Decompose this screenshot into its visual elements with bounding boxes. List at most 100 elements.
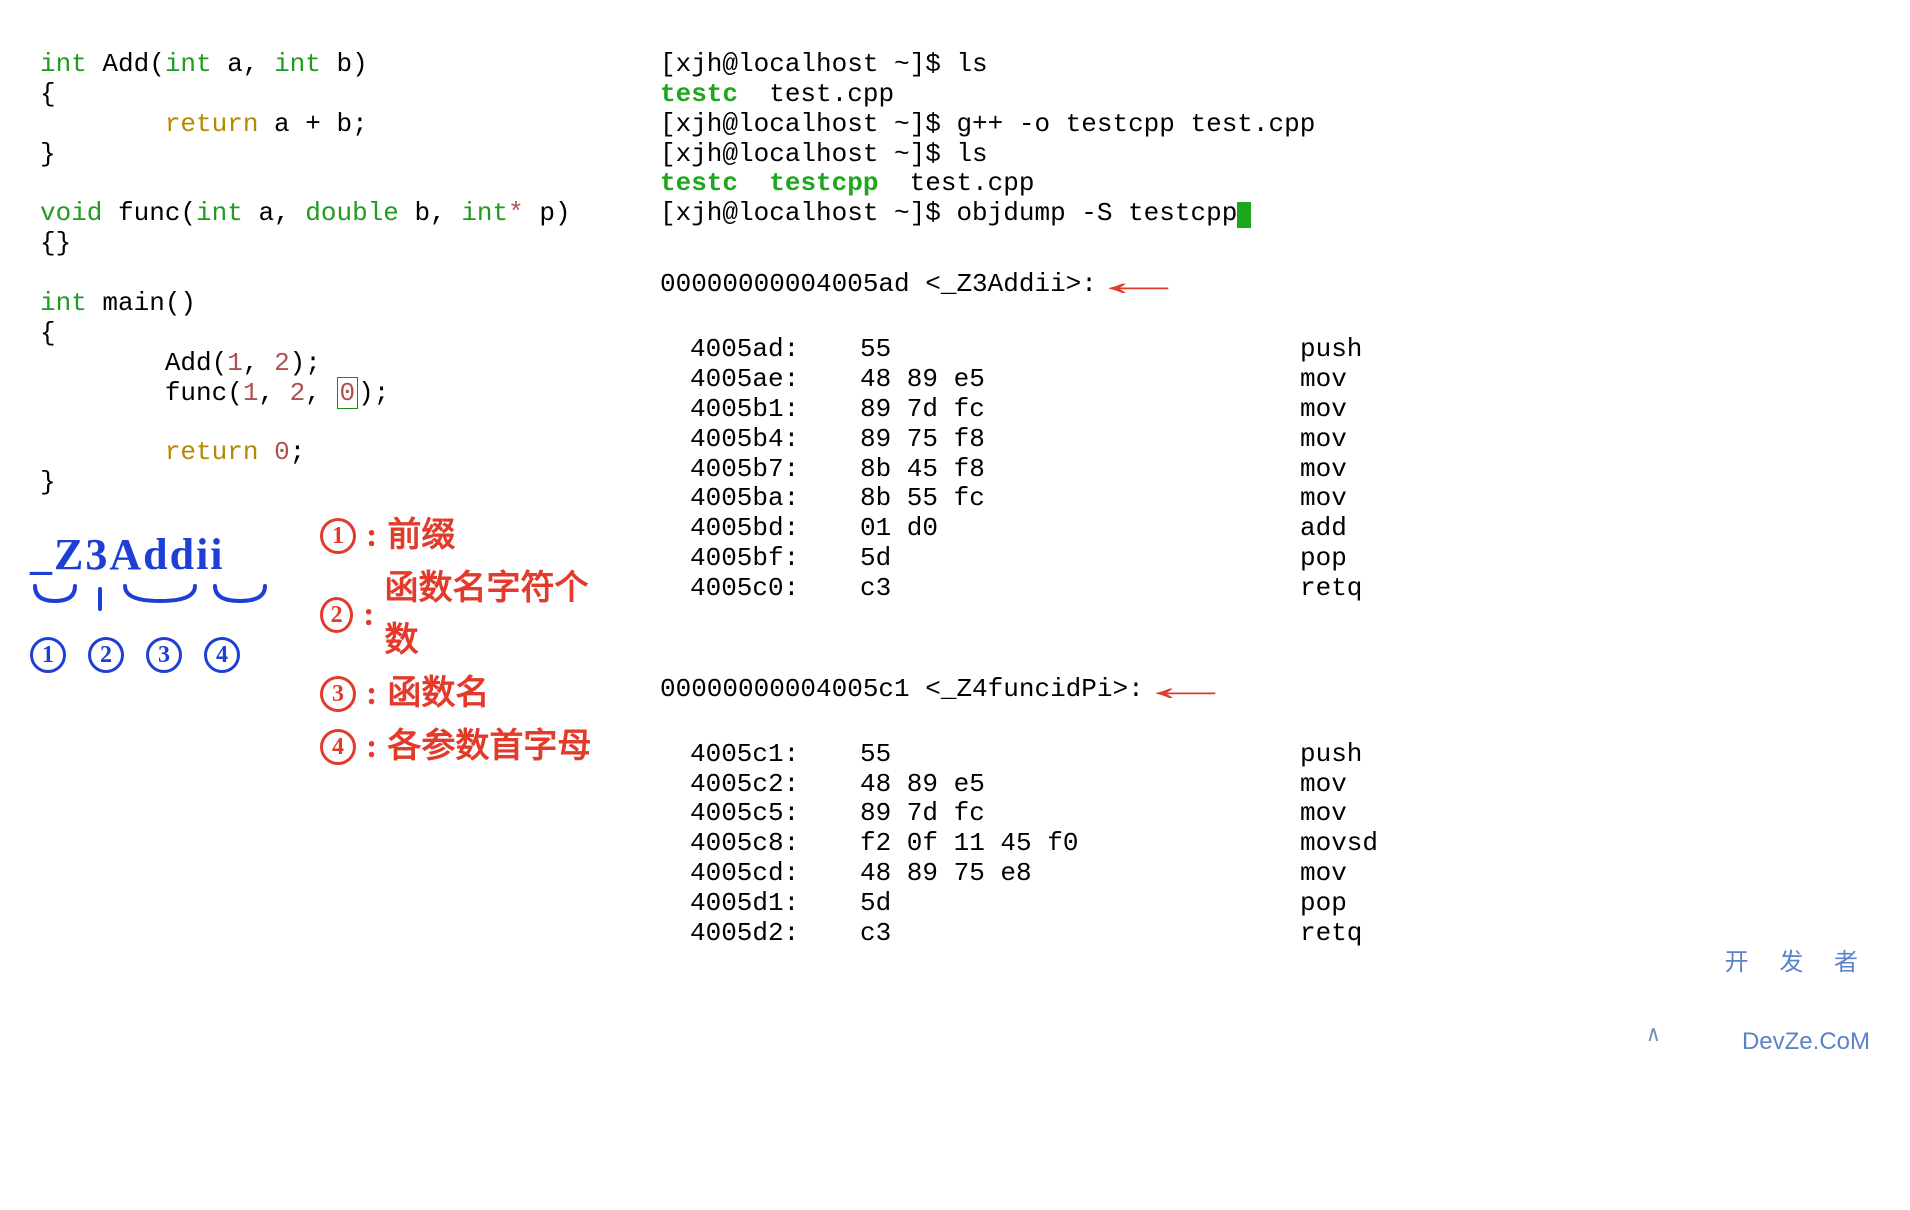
watermark-en: DevZe.CoM [1725, 1029, 1870, 1055]
asm-mnemonic: push [1300, 335, 1362, 365]
cmd-text: ls [956, 49, 987, 79]
asm-address: 4005c8: [660, 829, 860, 859]
code-text: } [40, 467, 56, 497]
asm-row: 4005d1:5dpop [660, 889, 1870, 919]
asm-address: 4005b1: [660, 395, 860, 425]
asm-bytes: 89 7d fc [860, 799, 1300, 829]
circle-2-icon: 2 [320, 597, 353, 633]
asm-bytes: 8b 45 f8 [860, 455, 1300, 485]
code-text: , [258, 378, 289, 408]
asm-address: 4005d1: [660, 889, 860, 919]
asm-bytes: 55 [860, 335, 1300, 365]
circle-1-icon: 1 [30, 637, 66, 673]
file-name [738, 168, 769, 198]
type-keyword: int [461, 198, 508, 228]
code-text: a, [243, 198, 305, 228]
type-keyword: int [274, 49, 321, 79]
legend-text: 函数名 [387, 668, 489, 721]
code-text: ; [290, 437, 306, 467]
asm-address: 4005bd: [660, 514, 860, 544]
code-text: b, [399, 198, 461, 228]
asm-row: 4005d2:c3retq [660, 919, 1870, 949]
asm-bytes: c3 [860, 919, 1300, 949]
cmd-text: ls [956, 139, 987, 169]
asm-bytes: 89 7d fc [860, 395, 1300, 425]
mangled-name-text: _Z3Addii [30, 530, 300, 581]
type-keyword: int [40, 49, 87, 79]
asm-row: 4005c0:c3retq [660, 574, 1870, 604]
code-text: func( [102, 198, 196, 228]
prompt-text: [xjh@localhost ~]$ [660, 198, 956, 228]
asm-row: 4005b1:89 7d fcmov [660, 395, 1870, 425]
asm-bytes: 01 d0 [860, 514, 1300, 544]
code-text: } [40, 139, 56, 169]
asm-mnemonic: mov [1300, 365, 1347, 395]
asm-mnemonic: mov [1300, 395, 1347, 425]
asm-row: 4005bd:01 d0add [660, 514, 1870, 544]
watermark-cn: 开 发 者 [1725, 950, 1870, 976]
exec-name: testc [660, 168, 738, 198]
asm-mnemonic: push [1300, 740, 1362, 770]
legend-text: 各参数首字母 [387, 721, 591, 774]
brace-icon [30, 581, 290, 631]
asm-bytes: 55 [860, 740, 1300, 770]
asm-row: 4005b4:89 75 f8mov [660, 425, 1870, 455]
legend-text: 前缀 [387, 510, 455, 563]
type-keyword: void [40, 198, 102, 228]
code-text: func( [40, 378, 243, 408]
circle-2-icon: 2 [88, 637, 124, 673]
asm-bytes: c3 [860, 574, 1300, 604]
circle-3-icon: 3 [320, 676, 356, 712]
asm-address: 4005cd: [660, 859, 860, 889]
arrow-icon: ← [1156, 668, 1216, 714]
asm-row: 4005cd:48 89 75 e8mov [660, 859, 1870, 889]
cmd-text: objdump -S testcpp [956, 198, 1237, 228]
numeric-literal: 1 [227, 348, 243, 378]
code-text: , [305, 378, 336, 408]
caret-icon: ∧ [1647, 1023, 1660, 1048]
source-code: int Add(int a, int b) { return a + b; } … [40, 20, 600, 528]
asm-bytes: 5d [860, 889, 1300, 919]
asm-bytes: 48 89 75 e8 [860, 859, 1300, 889]
asm-address: 4005c2: [660, 770, 860, 800]
asm-bytes: 5d [860, 544, 1300, 574]
code-text: a + b; [258, 109, 367, 139]
asm-mnemonic: retq [1300, 919, 1362, 949]
circle-1-icon: 1 [320, 518, 356, 554]
type-keyword: int [40, 288, 87, 318]
asm-row: 4005c8:f2 0f 11 45 f0movsd [660, 829, 1870, 859]
return-keyword: return [165, 437, 259, 467]
legend-list: 1:前缀 2:函数名字符个数 3:函数名 4:各参数首字母 [320, 510, 600, 773]
legend-text: 函数名字符个数 [385, 563, 601, 668]
numeric-literal: 0 [274, 437, 290, 467]
asm-address: 4005b7: [660, 455, 860, 485]
exec-name: testcpp [769, 168, 878, 198]
asm-row: 4005ae:48 89 e5mov [660, 365, 1870, 395]
prompt-text: [xjh@localhost ~]$ [660, 109, 956, 139]
code-text: main() [87, 288, 196, 318]
numeric-literal: 2 [290, 378, 306, 408]
terminal-output: [xjh@localhost ~]$ ls testc test.cpp [xj… [660, 20, 1870, 1098]
asm-address: 4005c1: [660, 740, 860, 770]
asm-address: 4005bf: [660, 544, 860, 574]
asm-address: 4005c5: [660, 799, 860, 829]
arrow-icon: ← [1109, 263, 1169, 309]
asm-row: 4005ba:8b 55 fcmov [660, 484, 1870, 514]
code-text: , [243, 348, 274, 378]
prompt-text: [xjh@localhost ~]$ [660, 49, 956, 79]
code-text: Add( [87, 49, 165, 79]
asm-mnemonic: mov [1300, 799, 1347, 829]
asm-address: 4005d2: [660, 919, 860, 949]
asm-mnemonic: pop [1300, 544, 1347, 574]
cursor-icon [1237, 202, 1251, 228]
asm-row: 4005c1:55push [660, 740, 1870, 770]
numeric-literal-boxed: 0 [337, 377, 359, 409]
asm-row: 4005ad:55push [660, 335, 1870, 365]
code-text: ); [358, 378, 389, 408]
asm-mnemonic: mov [1300, 484, 1347, 514]
circle-4-icon: 4 [320, 729, 356, 765]
asm-bytes: 8b 55 fc [860, 484, 1300, 514]
code-text: {} [40, 228, 71, 258]
asm-row: 4005c5:89 7d fcmov [660, 799, 1870, 829]
mangled-name-annotation: _Z3Addii 1 2 3 4 [30, 530, 300, 673]
